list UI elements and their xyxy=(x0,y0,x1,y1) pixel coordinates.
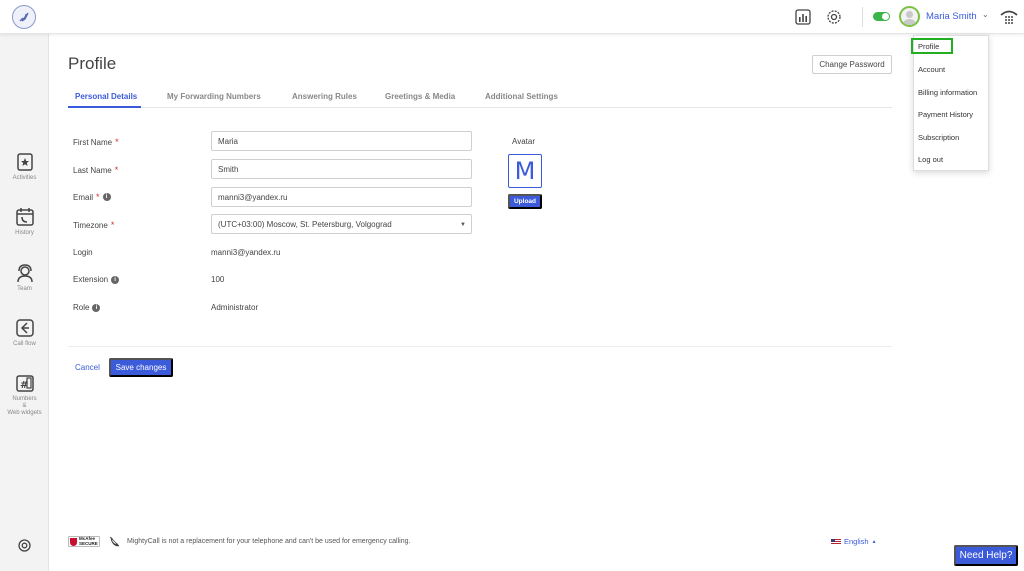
menu-item-subscription[interactable]: Subscription xyxy=(918,133,959,142)
first-name-label: First Name * xyxy=(73,137,119,147)
badge-line: SECURE xyxy=(79,540,98,546)
sidebar: Activities History Team Call flow # Numb… xyxy=(0,34,49,571)
change-password-button[interactable]: Change Password xyxy=(812,55,892,74)
required-mark: * xyxy=(110,220,115,230)
tab-my-forwarding-numbers[interactable]: My Forwarding Numbers xyxy=(167,92,261,101)
timezone-value: (UTC+03:00) Moscow, St. Petersburg, Volg… xyxy=(218,219,392,229)
sidebar-item-label: Call flow xyxy=(13,341,36,347)
gear-icon[interactable] xyxy=(825,8,843,26)
menu-item-payment-history[interactable]: Payment History xyxy=(918,110,973,119)
sidebar-item-label-line: & xyxy=(22,403,27,409)
login-label: Login xyxy=(73,248,93,257)
call-flow-icon xyxy=(15,319,34,337)
required-mark: * xyxy=(115,137,119,147)
menu-item-account[interactable]: Account xyxy=(918,65,945,74)
avatar-preview: M xyxy=(508,154,542,188)
hash-phone-icon: # xyxy=(15,375,34,392)
lifebuoy-icon[interactable] xyxy=(18,539,31,552)
mcafee-secure-badge[interactable]: McAfee SECURE xyxy=(68,536,100,547)
form-divider xyxy=(68,346,892,347)
login-value: manni3@yandex.ru xyxy=(211,248,281,257)
need-help-button[interactable]: Need Help? xyxy=(954,545,1018,566)
user-menu: Profile Account Billing information Paym… xyxy=(911,35,989,171)
shield-icon xyxy=(70,537,77,546)
sidebar-item-label: Team xyxy=(17,286,32,292)
role-label-text: Role xyxy=(73,303,90,312)
language-selector[interactable]: English ▲ xyxy=(831,537,877,546)
sidebar-item-team[interactable]: Team xyxy=(0,263,49,293)
last-name-label-text: Last Name xyxy=(73,165,112,175)
page-title: Profile xyxy=(68,54,117,73)
extension-label-text: Extension xyxy=(73,275,109,284)
tab-answering-rules[interactable]: Answering Rules xyxy=(292,92,357,101)
caret-down-icon: ▼ xyxy=(460,222,466,228)
sidebar-item-label: Activities xyxy=(12,175,37,181)
sidebar-item-call-flow[interactable]: Call flow xyxy=(0,318,49,348)
first-name-field[interactable]: Maria xyxy=(211,131,472,151)
sidebar-item-activities[interactable]: Activities xyxy=(0,152,49,182)
email-field[interactable]: manni3@yandex.ru xyxy=(211,187,472,207)
role-label: Role i xyxy=(73,303,101,312)
sidebar-item-history[interactable]: History xyxy=(0,207,49,237)
emergency-disclaimer: MightyCall is not a replacement for your… xyxy=(127,538,411,545)
info-icon[interactable]: i xyxy=(102,193,111,201)
tab-bar: Personal Details My Forwarding Numbers A… xyxy=(68,88,892,108)
first-name-label-text: First Name xyxy=(73,137,113,147)
rocket-logo-icon[interactable] xyxy=(12,5,36,29)
menu-item-log-out[interactable]: Log out xyxy=(918,155,943,164)
sidebar-item-numbers[interactable]: # Numbers & Web widgets xyxy=(0,373,49,417)
phone-slash-icon xyxy=(109,536,120,547)
topbar-divider xyxy=(862,7,863,27)
chevron-down-icon[interactable]: ⌄ xyxy=(982,10,989,19)
top-bar: Maria Smith ⌄ xyxy=(0,0,1024,34)
tab-additional-settings[interactable]: Additional Settings xyxy=(485,92,558,101)
last-name-label: Last Name * xyxy=(73,165,118,175)
role-value: Administrator xyxy=(211,303,259,312)
required-mark: * xyxy=(114,165,119,175)
login-label-text: Login xyxy=(73,248,93,257)
timezone-label-text: Timezone xyxy=(73,220,108,230)
active-tab-indicator xyxy=(68,106,141,108)
calendar-phone-icon xyxy=(15,208,34,226)
cancel-button[interactable]: Cancel xyxy=(75,363,100,372)
required-mark: * xyxy=(96,192,100,202)
tab-greetings-media[interactable]: Greetings & Media xyxy=(385,92,455,101)
menu-item-billing-information[interactable]: Billing information xyxy=(918,88,977,97)
dialpad-icon[interactable] xyxy=(998,6,1020,28)
headset-person-icon xyxy=(16,264,33,283)
language-label: English xyxy=(844,537,869,546)
badge-text: McAfee SECURE xyxy=(79,536,98,546)
last-name-field[interactable]: Smith xyxy=(211,159,472,179)
info-icon[interactable]: i xyxy=(92,303,101,312)
avatar-label: Avatar xyxy=(512,137,535,146)
timezone-select[interactable]: (UTC+03:00) Moscow, St. Petersburg, Volg… xyxy=(211,214,472,234)
info-icon[interactable]: i xyxy=(111,275,120,284)
timezone-label: Timezone * xyxy=(73,220,114,230)
user-avatar[interactable] xyxy=(899,6,920,27)
tab-personal-details[interactable]: Personal Details xyxy=(75,92,137,101)
sidebar-item-label-line: Web widgets xyxy=(7,410,42,416)
star-clipboard-icon xyxy=(16,153,33,171)
user-name[interactable]: Maria Smith xyxy=(926,11,977,22)
bar-chart-icon[interactable] xyxy=(794,8,812,26)
extension-label: Extension i xyxy=(73,275,120,284)
email-label: Email * i xyxy=(73,192,111,202)
email-label-text: Email xyxy=(73,192,94,202)
us-flag-icon xyxy=(831,538,841,545)
caret-up-icon: ▲ xyxy=(871,538,877,545)
menu-item-profile[interactable]: Profile xyxy=(911,38,953,54)
extension-value: 100 xyxy=(211,275,225,284)
status-toggle[interactable] xyxy=(873,12,890,21)
sidebar-item-label-line: Numbers xyxy=(12,396,37,402)
sidebar-item-label: History xyxy=(15,230,34,236)
save-changes-button[interactable]: Save changes xyxy=(109,358,173,377)
upload-button[interactable]: Upload xyxy=(508,194,542,209)
